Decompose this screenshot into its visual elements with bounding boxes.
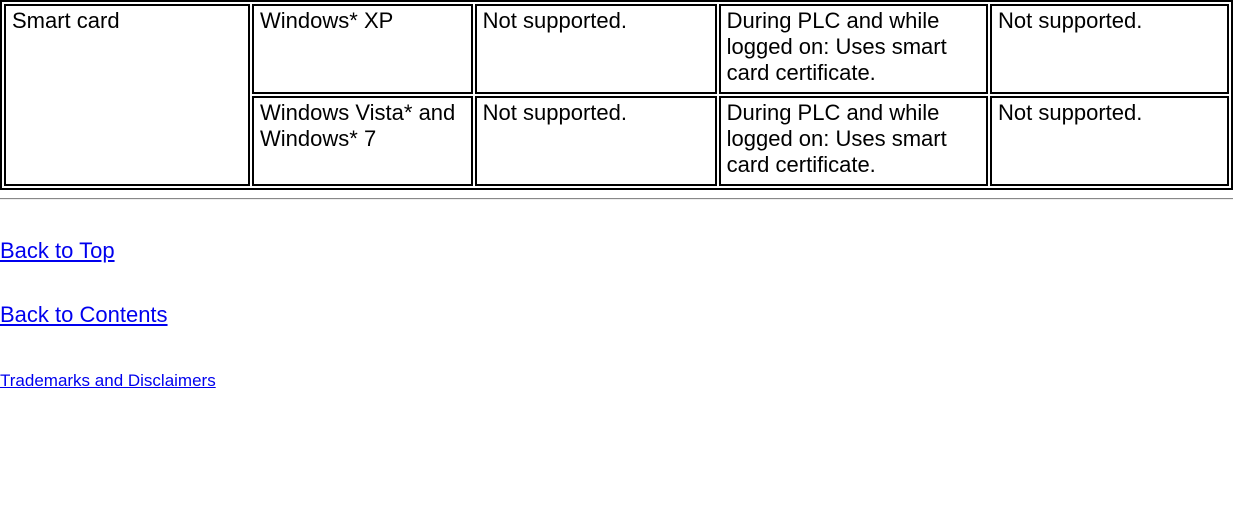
cell-support-b: During PLC and while logged on: Uses sma… — [719, 4, 988, 94]
table-row: Smart card Windows* XP Not supported. Du… — [4, 4, 1229, 94]
cell-support-c: Not supported. — [990, 96, 1229, 186]
cell-support-a: Not supported. — [475, 4, 717, 94]
cell-os: Windows* XP — [252, 4, 473, 94]
footer-links: Back to Top Back to Contents Trademarks … — [0, 238, 1233, 392]
back-to-top-link[interactable]: Back to Top — [0, 238, 115, 263]
cell-os: Windows Vista* and Windows* 7 — [252, 96, 473, 186]
cell-support-c: Not supported. — [990, 4, 1229, 94]
cell-support-a: Not supported. — [475, 96, 717, 186]
back-to-contents-link[interactable]: Back to Contents — [0, 302, 168, 327]
support-table: Smart card Windows* XP Not supported. Du… — [0, 0, 1233, 190]
trademarks-link[interactable]: Trademarks and Disclaimers — [0, 371, 216, 390]
divider — [0, 198, 1233, 200]
cell-support-b: During PLC and while logged on: Uses sma… — [719, 96, 988, 186]
cell-feature: Smart card — [4, 4, 250, 186]
